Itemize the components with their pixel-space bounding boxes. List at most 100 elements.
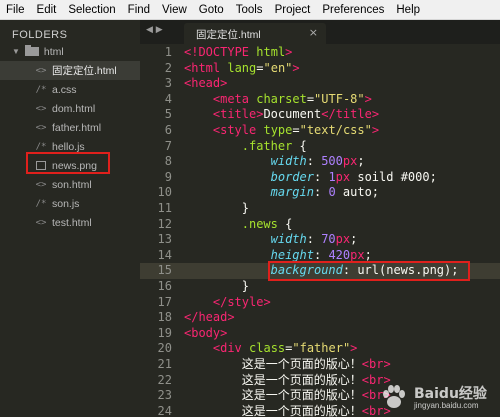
sidebar-file-item[interactable]: /* a.css	[0, 80, 140, 99]
menu-item-file[interactable]: File	[0, 4, 31, 16]
close-icon[interactable]: ×	[309, 26, 318, 39]
code-line[interactable]: 17 </style>	[140, 295, 500, 311]
line-number: 11	[157, 201, 172, 215]
sidebar-file-item[interactable]: <> father.html	[0, 118, 140, 137]
code-text: </head>	[184, 310, 235, 326]
line-number: 17	[157, 294, 172, 309]
sidebar-file-item[interactable]: <> dom.html	[0, 99, 140, 118]
script-file-icon: /*	[35, 198, 47, 209]
tab-nav-arrows-icon[interactable]: ◀ ▶	[146, 25, 163, 35]
code-token: margin	[270, 185, 314, 200]
code-token: type	[263, 123, 293, 137]
code-token: }	[241, 201, 249, 215]
menu-item-project[interactable]: Project	[269, 4, 317, 16]
line-number: 23	[157, 388, 172, 403]
line-number: 10	[157, 185, 172, 200]
menu-item-edit[interactable]: Edit	[31, 4, 63, 16]
code-line[interactable]: 4 <meta charset="UTF-8">	[140, 92, 500, 108]
code-line[interactable]: 6 <style type="text/css">	[140, 123, 500, 139]
line-number: 13	[157, 232, 172, 247]
tab-bar: ◀ ▶ 固定定位.html ×	[140, 20, 500, 44]
code-text: border: 1px soild #000;	[271, 170, 437, 186]
code-line[interactable]: 9 border: 1px soild #000;	[140, 170, 500, 186]
code-text: <style type="text/css">	[213, 123, 379, 139]
code-line[interactable]: 13 width: 70px;	[140, 232, 500, 248]
code-token: :	[313, 169, 329, 184]
file-name: father.html	[52, 121, 102, 134]
code-token: =	[292, 123, 300, 137]
code-token: px	[335, 169, 351, 184]
watermark-url: jingyan.baidu.com	[414, 401, 479, 410]
code-text: .father {	[242, 139, 307, 155]
line-number: 19	[157, 325, 172, 340]
menu-item-preferences[interactable]: Preferences	[316, 4, 390, 16]
code-text: </style>	[213, 295, 271, 311]
line-number: 15	[157, 263, 172, 278]
code-line[interactable]: 11}	[140, 201, 500, 217]
code-token: width	[270, 232, 307, 247]
file-name: test.html	[52, 216, 92, 229]
code-text: <!DOCTYPE html>	[184, 45, 292, 61]
sidebar-file-item[interactable]: /* son.js	[0, 194, 140, 213]
code-line[interactable]: 20 <div class="father">	[140, 341, 500, 357]
code-token: >	[285, 45, 293, 59]
code-text: }	[242, 279, 249, 295]
code-text: <body>	[184, 326, 227, 342]
code-token: lang	[227, 60, 257, 75]
code-token: class	[249, 341, 286, 356]
sidebar-file-item[interactable]: <> son.html	[0, 175, 140, 194]
code-text: margin: 0 auto;	[271, 185, 379, 201]
sidebar-file-item[interactable]: <> 固定定位.html	[0, 61, 140, 80]
code-line[interactable]: 16}	[140, 279, 500, 295]
code-text: 这是一个页面的版心！<br>	[242, 388, 391, 404]
folder-label: html	[43, 45, 64, 58]
folder-html[interactable]: ▼ html	[0, 42, 140, 61]
code-line[interactable]: 7 .father {	[140, 139, 500, 155]
menu-bar: File Edit Selection Find View Goto Tools Projec…	[0, 0, 500, 20]
file-tree: ▼ html <> 固定定位.html /* a.css <> dom.html <> fat…	[0, 42, 140, 232]
code-token: px	[350, 247, 365, 262]
code-token: =	[306, 91, 315, 106]
code-text: 这是一个页面的版心！<br>	[242, 373, 391, 389]
line-number: 1	[164, 45, 172, 59]
code-token: Document	[263, 107, 322, 122]
code-token: }	[241, 279, 249, 293]
menu-item-selection[interactable]: Selection	[62, 4, 121, 16]
code-line[interactable]: 5 <title>Document</title>	[140, 107, 500, 123]
file-highlight-box	[26, 152, 110, 174]
code-line[interactable]: 18 </head>	[140, 310, 500, 326]
menu-item-help[interactable]: Help	[390, 4, 426, 16]
code-text: <div class="father">	[213, 341, 358, 357]
code-token: <meta	[212, 91, 249, 106]
code-token: ;	[357, 154, 365, 169]
code-line[interactable]: 21 这是一个页面的版心！<br>	[140, 357, 500, 373]
tab-active-file[interactable]: 固定定位.html ×	[184, 23, 326, 44]
code-line[interactable]: 19 <body>	[140, 326, 500, 342]
code-line[interactable]: 1 <!DOCTYPE html>	[140, 45, 500, 61]
code-line[interactable]: 12 .news {	[140, 217, 500, 233]
code-token: .father	[241, 138, 293, 153]
menu-item-goto[interactable]: Goto	[193, 4, 230, 16]
code-token: :	[313, 247, 329, 262]
menu-item-tools[interactable]: Tools	[230, 4, 269, 16]
code-editor[interactable]: 1 <!DOCTYPE html> 2 <html lang="en"> 3 <head>…	[140, 44, 500, 417]
code-line[interactable]: 8 width: 500px;	[140, 154, 500, 170]
code-line[interactable]: 2 <html lang="en">	[140, 61, 500, 77]
html-file-icon: <>	[35, 217, 47, 228]
code-token: <html	[184, 60, 221, 75]
code-token: </title>	[321, 107, 380, 122]
line-number: 14	[157, 247, 172, 262]
line-number: 20	[157, 341, 172, 356]
menu-item-view[interactable]: View	[156, 4, 193, 16]
code-line[interactable]: 10 margin: 0 auto;	[140, 185, 500, 201]
code-token: </head>	[184, 310, 235, 325]
code-line[interactable]: 3 <head>	[140, 76, 500, 92]
menu-item-find[interactable]: Find	[122, 4, 156, 16]
code-token: <title>	[212, 107, 264, 122]
code-token: >	[292, 60, 300, 75]
code-token: border	[270, 169, 314, 184]
line-number: 5	[164, 107, 172, 122]
file-name: a.css	[52, 83, 77, 96]
code-token: html	[256, 45, 286, 59]
sidebar-file-item[interactable]: <> test.html	[0, 213, 140, 232]
